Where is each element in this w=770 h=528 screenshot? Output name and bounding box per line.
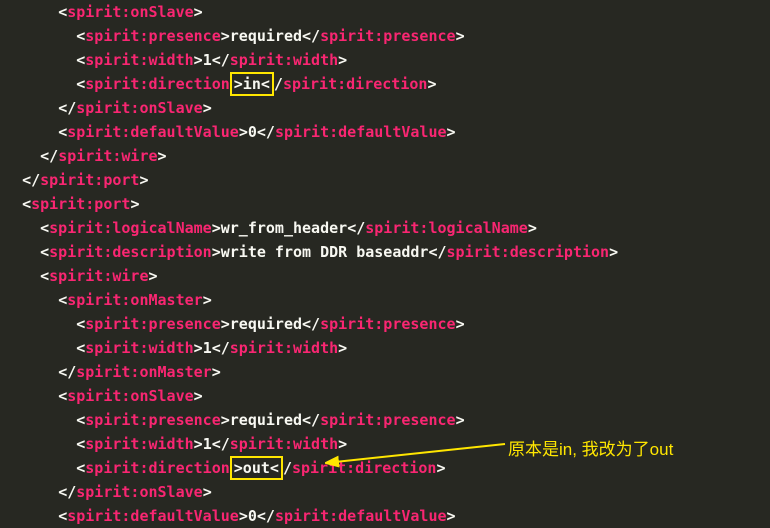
tag-presence-close-1: spirit:presence [320, 27, 455, 45]
tag-onslave-open-1: spirit:onSlave [67, 3, 193, 21]
text-defaultvalue-1: 0 [248, 123, 257, 141]
tag-description-open: spirit:description [49, 243, 212, 261]
tag-onslave-close-2: spirit:onSlave [76, 483, 202, 501]
tag-presence-close-3: spirit:presence [320, 411, 455, 429]
tag-logicalname-open: spirit:logicalName [49, 219, 212, 237]
tag-width-close-1: spirit:width [230, 51, 338, 69]
text-description: write from DDR baseaddr [221, 243, 429, 261]
tag-onmaster-open: spirit:onMaster [67, 291, 202, 309]
tag-port-close-1: spirit:port [40, 171, 139, 189]
tag-width-open-1: spirit:width [85, 51, 193, 69]
tag-width-open-2: spirit:width [85, 339, 193, 357]
annotation-text: 原本是in, 我改为了out [508, 438, 673, 462]
highlight-out: >out< [230, 456, 283, 480]
tag-presence-open-3: spirit:presence [85, 411, 220, 429]
text-logicalname: wr_from_header [221, 219, 347, 237]
text-width-2: 1 [203, 339, 212, 357]
tag-logicalname-close: spirit:logicalName [365, 219, 528, 237]
tag-presence-open-1: spirit:presence [85, 27, 220, 45]
tag-presence-close-2: spirit:presence [320, 315, 455, 333]
tag-wire-open-2: spirit:wire [49, 267, 148, 285]
text-required-2: required [230, 315, 302, 333]
tag-width-close-3: spirit:width [230, 435, 338, 453]
tag-defaultvalue-open-2: spirit:defaultValue [67, 507, 239, 525]
tag-defaultvalue-close-2: spirit:defaultValue [275, 507, 447, 525]
tag-onslave-close-1: spirit:onSlave [76, 99, 202, 117]
tag-onslave-open-2: spirit:onSlave [67, 387, 193, 405]
tag-onmaster-close: spirit:onMaster [76, 363, 211, 381]
tag-direction-close-2: spirit:direction [292, 459, 437, 477]
tag-width-close-2: spirit:width [230, 339, 338, 357]
tag-defaultvalue-close-1: spirit:defaultValue [275, 123, 447, 141]
tag-description-close: spirit:description [447, 243, 610, 261]
tag-wire-close-1: spirit:wire [58, 147, 157, 165]
tag-direction-open-1: spirit:direction [85, 75, 230, 93]
tag-direction-open-2: spirit:direction [85, 459, 230, 477]
tag-direction-close-1: spirit:direction [283, 75, 428, 93]
text-width-3: 1 [203, 435, 212, 453]
text-width-1: 1 [203, 51, 212, 69]
text-required-3: required [230, 411, 302, 429]
highlight-in: >in< [230, 72, 274, 96]
tag-presence-open-2: spirit:presence [85, 315, 220, 333]
text-required-1: required [230, 27, 302, 45]
tag-defaultvalue-open-1: spirit:defaultValue [67, 123, 239, 141]
tag-width-open-3: spirit:width [85, 435, 193, 453]
tag-port-open-2: spirit:port [31, 195, 130, 213]
text-defaultvalue-2: 0 [248, 507, 257, 525]
